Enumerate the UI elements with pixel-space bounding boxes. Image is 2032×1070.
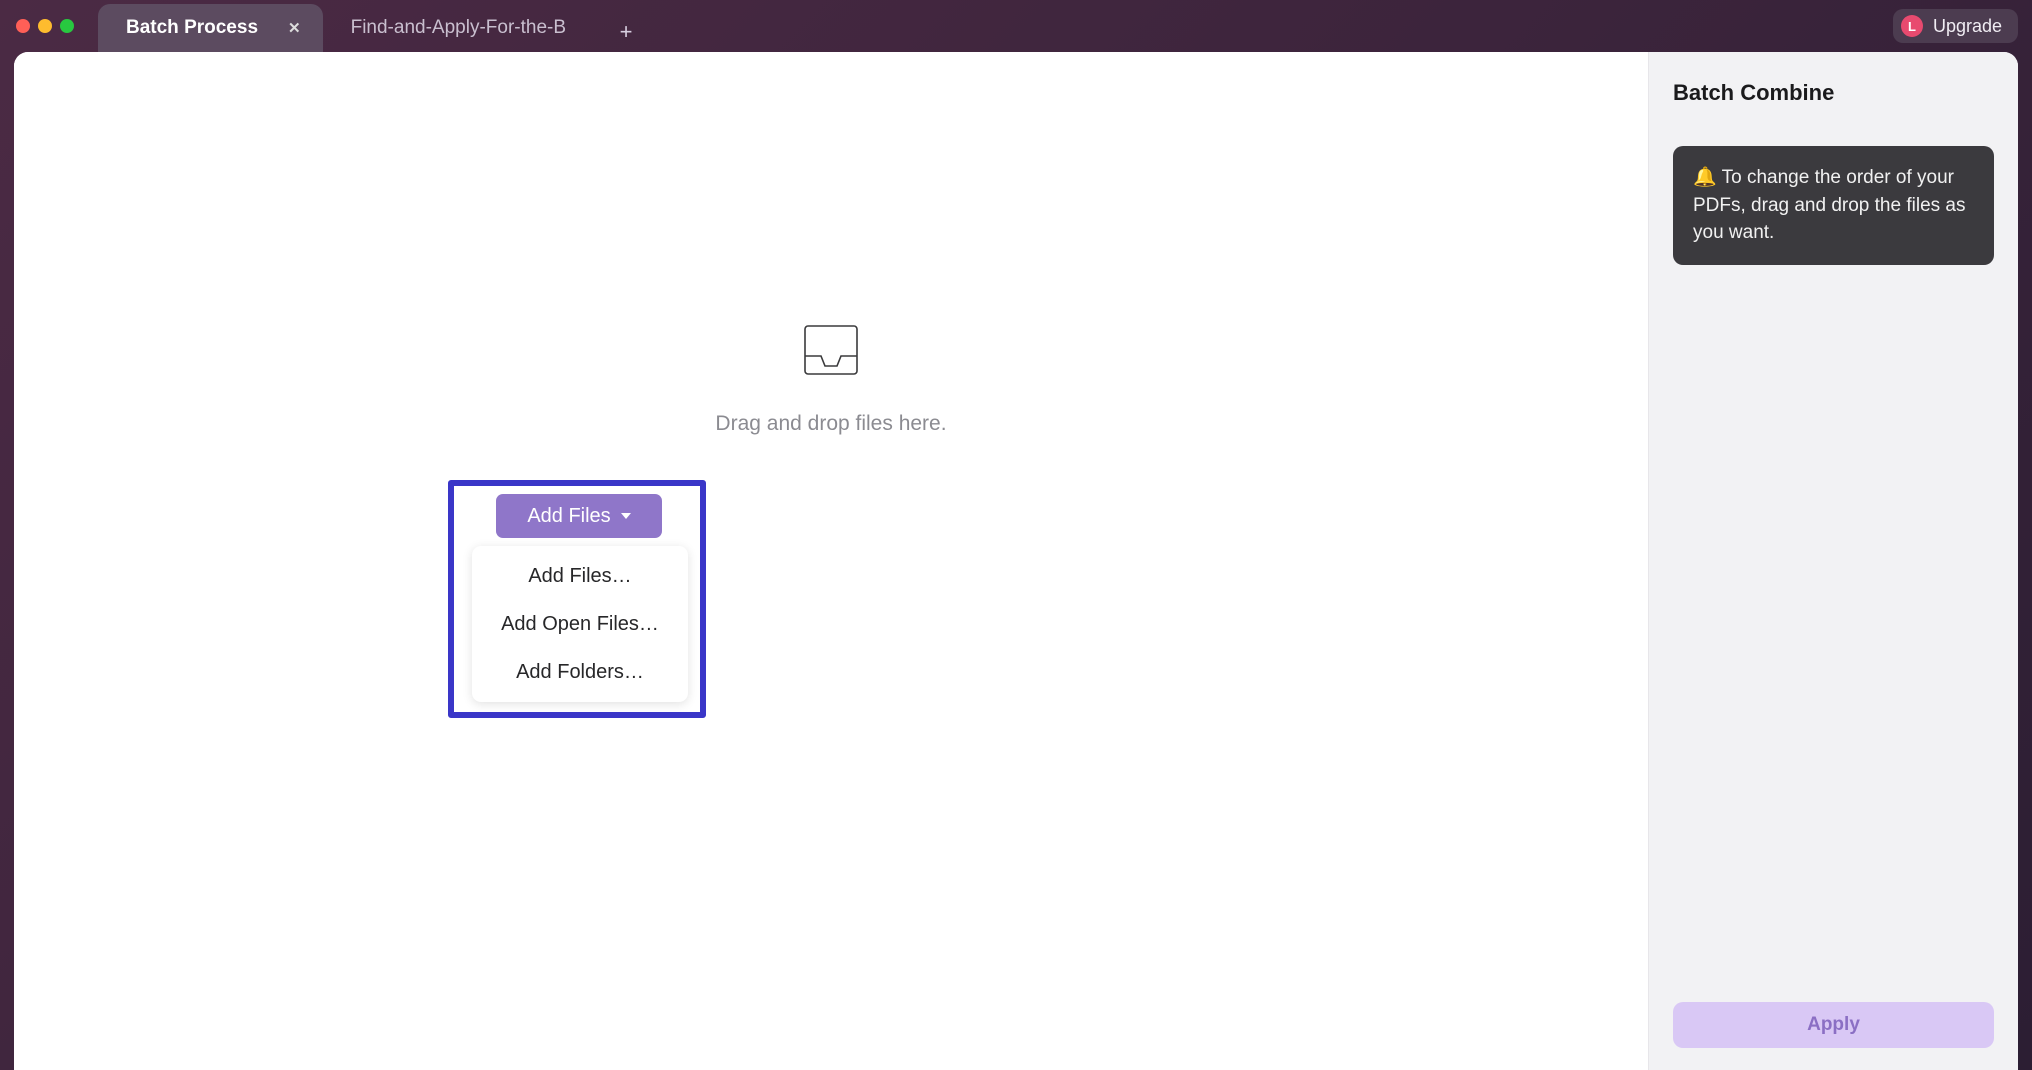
drop-zone[interactable]: Drag and drop files here. [14,322,1648,436]
tab-batch-process[interactable]: Batch Process ✕ [98,4,323,52]
plus-icon: + [620,19,633,45]
avatar-letter: L [1908,19,1916,34]
tab-find-and-apply[interactable]: Find-and-Apply-For-the-B [323,4,588,52]
caret-down-icon [621,513,631,519]
add-files-button[interactable]: Add Files [496,494,662,538]
window-minimize-button[interactable] [38,19,52,33]
side-panel: Batch Combine 🔔 To change the order of y… [1648,52,2018,1070]
tab-label: Batch Process [126,17,258,39]
add-files-menu: Add Files… Add Open Files… Add Folders… [472,546,688,702]
apply-button[interactable]: Apply [1673,1002,1994,1048]
new-tab-button[interactable]: + [606,12,646,52]
window-zoom-button[interactable] [60,19,74,33]
upgrade-button[interactable]: L Upgrade [1893,9,2018,43]
inbox-icon [803,322,859,378]
bell-icon: 🔔 [1693,167,1717,188]
tip-card: 🔔 To change the order of your PDFs, drag… [1673,146,1994,265]
window-close-button[interactable] [16,19,30,33]
drop-hint: Drag and drop files here. [715,412,946,436]
tip-text: To change the order of your PDFs, drag a… [1693,167,1965,243]
add-files-label: Add Files [527,505,610,528]
content-panel: Drag and drop files here. Add Files Add … [14,52,2018,1070]
apply-label: Apply [1807,1014,1860,1036]
main-area: Drag and drop files here. Add Files Add … [14,52,1648,1070]
menu-add-open-files[interactable]: Add Open Files… [472,600,688,648]
close-icon[interactable]: ✕ [288,19,301,37]
upgrade-label: Upgrade [1933,16,2002,37]
avatar: L [1901,15,1923,37]
menu-add-folders[interactable]: Add Folders… [472,648,688,696]
titlebar: Batch Process ✕ Find-and-Apply-For-the-B… [0,0,2032,52]
side-panel-title: Batch Combine [1673,80,1994,106]
tab-label: Find-and-Apply-For-the-B [351,17,566,39]
window-controls [0,19,74,33]
menu-add-files[interactable]: Add Files… [472,552,688,600]
tab-strip: Batch Process ✕ Find-and-Apply-For-the-B… [98,0,646,52]
